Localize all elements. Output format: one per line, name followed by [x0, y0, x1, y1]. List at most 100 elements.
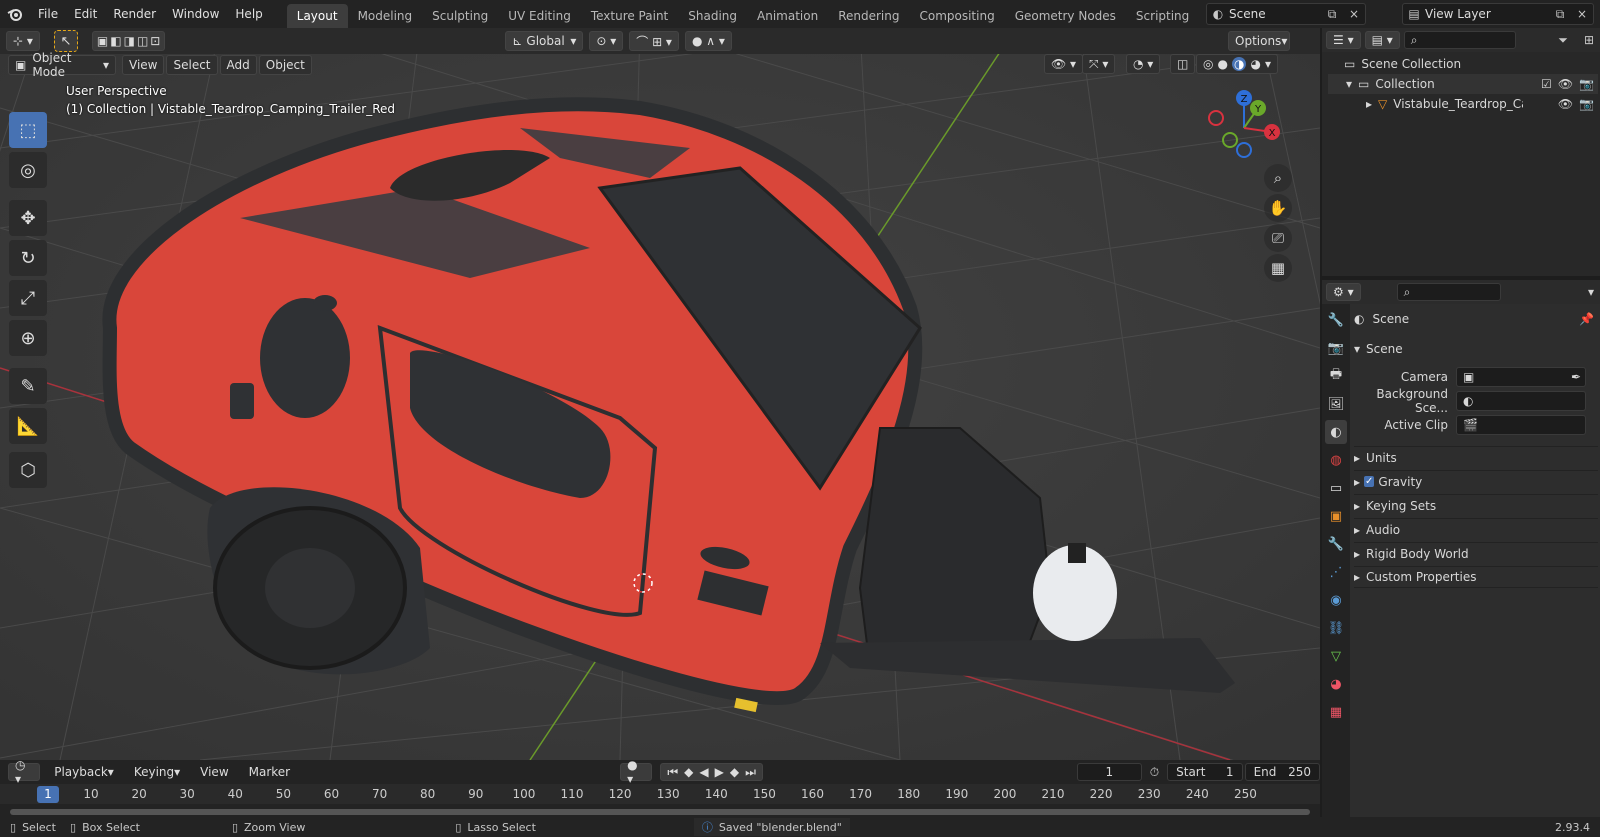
camera-field[interactable]: ▣ ✒ [1456, 367, 1586, 387]
view-layer-tab-icon[interactable]: 🖼 [1325, 392, 1347, 416]
subpanel-rigid-body-world[interactable]: ▸ Rigid Body World [1354, 542, 1598, 564]
start-frame-field[interactable]: Start 1 [1167, 763, 1243, 781]
new-collection-icon[interactable]: ⊞ [1578, 29, 1600, 51]
solid-shading-icon[interactable]: ● [1217, 57, 1227, 71]
tab-scripting[interactable]: Scripting [1126, 4, 1199, 28]
auto-keying-toggle[interactable]: ● ▾ [620, 758, 653, 786]
status-report[interactable]: ⓘ Saved "blender.blend" [693, 818, 850, 836]
tab-compositing[interactable]: Compositing [909, 4, 1004, 28]
jump-keyframe-forward-icon[interactable]: ◆ [730, 765, 739, 779]
neg-z-axis-icon[interactable] [1236, 142, 1252, 158]
menu-window[interactable]: Window [164, 0, 227, 28]
outliner-editor-type[interactable]: ☰ ▾ [1326, 31, 1361, 49]
chevron-down-icon[interactable]: ▾ [1588, 285, 1594, 299]
jump-end-icon[interactable]: ⏭ [745, 765, 756, 780]
subpanel-audio[interactable]: ▸ Audio [1354, 518, 1598, 540]
jump-keyframe-back-icon[interactable]: ◆ [684, 765, 693, 779]
material-tab-icon[interactable]: ◕ [1325, 672, 1347, 696]
outliner-row-object[interactable]: ▸ ▽ Vistabule_Teardrop_Camp 👁 📷 [1328, 94, 1598, 114]
timeline-menu-playback[interactable]: Playback ▾ [48, 763, 120, 781]
collection-tab-icon[interactable]: ▭ [1325, 476, 1347, 500]
background-scene-field[interactable]: ◐ [1456, 391, 1586, 411]
timeline-scrollbar[interactable] [10, 809, 1310, 815]
play-reverse-icon[interactable]: ◀ [699, 765, 708, 779]
frame-ruler[interactable]: 1 10 20 30 40 50 60 70 80 90 100 110 120 130 140 150 160… [0, 784, 1320, 804]
overlays-toggle[interactable]: ◔ ▾ [1126, 54, 1161, 74]
editor-type-selector[interactable]: ⊹ ▾ [6, 31, 40, 51]
timeline-menu-keying[interactable]: Keying ▾ [128, 763, 186, 781]
tab-geometry-nodes[interactable]: Geometry Nodes [1005, 4, 1126, 28]
current-frame-marker[interactable]: 1 [37, 786, 59, 803]
properties-editor-type[interactable]: ⚙ ▾ [1326, 283, 1361, 301]
gravity-checkbox[interactable]: ✓ [1364, 476, 1375, 487]
subpanel-units[interactable]: ▸ Units [1354, 446, 1598, 468]
subpanel-gravity[interactable]: ▸ ✓ Gravity [1354, 470, 1598, 492]
material-shading-icon[interactable]: ◑ [1231, 57, 1247, 71]
tab-sculpting[interactable]: Sculpting [422, 4, 498, 28]
eyedropper-icon[interactable]: ✒ [1571, 370, 1581, 384]
active-clip-field[interactable]: 🎬 [1456, 415, 1586, 435]
visibility-dropdown[interactable]: 👁 ▾ [1044, 54, 1084, 74]
filter-icon[interactable]: ⏷ [1552, 29, 1574, 51]
zoom-icon[interactable]: ⌕ [1264, 164, 1292, 192]
copy-icon[interactable]: ⧉ [1321, 3, 1343, 25]
timeline-editor-type[interactable]: ◷ ▾ [8, 758, 41, 786]
xray-toggle[interactable]: ◫ [1170, 54, 1196, 74]
timeline-menu-marker[interactable]: Marker [243, 763, 296, 781]
menu-edit[interactable]: Edit [66, 0, 105, 28]
3d-viewport[interactable]: ⊹ ▾ ↖ ▣ ◧ ◨ ◫ ⊡ ⊾ Global ▾ ⊙ ▾ ⌒ ⊞ ▾ ● ∧… [0, 28, 1320, 760]
expand-arrow-icon[interactable]: ▸ [1366, 97, 1372, 111]
close-icon[interactable]: × [1571, 3, 1593, 25]
transform-tool-icon[interactable]: ⊕ [9, 320, 47, 356]
selection-mode-group[interactable]: ▣ ◧ ◨ ◫ ⊡ [91, 31, 166, 51]
pivot-point-dropdown[interactable]: ⊙ ▾ [589, 31, 624, 51]
copy-icon[interactable]: ⧉ [1549, 3, 1571, 25]
wireframe-shading-icon[interactable]: ◎ [1203, 57, 1213, 71]
set-selection-icon[interactable]: ▣ [97, 34, 108, 48]
navigation-gizmo[interactable]: Z Y X [1200, 86, 1290, 166]
view-layer-selector[interactable]: ▤ View Layer ⧉ × [1402, 3, 1594, 25]
visibility-eye-icon[interactable]: 👁 [1558, 77, 1573, 91]
viewport-menu-select[interactable]: Select [166, 55, 218, 75]
expand-arrow-icon[interactable]: ▾ [1346, 77, 1352, 91]
close-icon[interactable]: × [1343, 3, 1365, 25]
render-camera-icon[interactable]: 📷 [1579, 97, 1594, 111]
proportional-editing-toggle[interactable]: ● ∧ ▾ [684, 31, 732, 51]
pan-hand-icon[interactable]: ✋ [1264, 194, 1292, 222]
subpanel-custom-properties[interactable]: ▸ Custom Properties [1354, 566, 1598, 588]
scene-tab-icon[interactable]: ◐ [1325, 420, 1347, 444]
constraints-tab-icon[interactable]: ⛓ [1325, 616, 1347, 640]
neg-y-axis-icon[interactable] [1222, 132, 1238, 148]
scene-selector[interactable]: ◐ Scene ⧉ × [1206, 3, 1366, 25]
tab-layout[interactable]: Layout [286, 4, 348, 28]
visibility-eye-icon[interactable]: 👁 [1558, 97, 1573, 111]
current-frame-field[interactable]: 1 [1076, 763, 1142, 781]
viewport-scene[interactable] [0, 28, 1320, 760]
tab-uv-editing[interactable]: UV Editing [498, 4, 581, 28]
extend-selection-icon[interactable]: ◧ [110, 34, 121, 48]
gizmo-toggle[interactable]: ⤧ ▾ [1082, 54, 1116, 74]
options-dropdown[interactable]: Options ▾ [1228, 31, 1290, 51]
modifier-tab-icon[interactable]: 🔧 [1325, 532, 1347, 556]
select-box-tool-icon[interactable]: ⬚ [9, 112, 47, 148]
outliner-row-collection[interactable]: ▾ ▭ Collection ☑ 👁 📷 [1328, 74, 1598, 94]
outliner-row-scene-collection[interactable]: ▭ Scene Collection [1344, 54, 1461, 74]
end-frame-field[interactable]: End 250 [1244, 763, 1320, 781]
transform-orientation-dropdown[interactable]: ⊾ Global ▾ [505, 31, 584, 51]
timeline-menu-view[interactable]: View [194, 763, 234, 781]
tab-shading[interactable]: Shading [678, 4, 747, 28]
move-tool-icon[interactable]: ✥ [9, 200, 47, 236]
cursor-tool-icon[interactable]: ◎ [9, 152, 47, 188]
scale-tool-icon[interactable]: ⤢ [9, 280, 47, 316]
properties-search-input[interactable]: ⌕ [1396, 283, 1501, 301]
data-tab-icon[interactable]: ▽ [1325, 644, 1347, 668]
tab-rendering[interactable]: Rendering [828, 4, 909, 28]
physics-tab-icon[interactable]: ◉ [1325, 588, 1347, 612]
world-tab-icon[interactable]: ◍ [1325, 448, 1347, 472]
camera-view-icon[interactable]: ⎚ [1264, 224, 1292, 252]
menu-help[interactable]: Help [227, 0, 270, 28]
exclude-checkbox-icon[interactable]: ☑ [1541, 77, 1552, 91]
object-tab-icon[interactable]: ▣ [1325, 504, 1347, 528]
render-camera-icon[interactable]: 📷 [1579, 77, 1594, 91]
play-icon[interactable]: ▶ [715, 765, 724, 779]
